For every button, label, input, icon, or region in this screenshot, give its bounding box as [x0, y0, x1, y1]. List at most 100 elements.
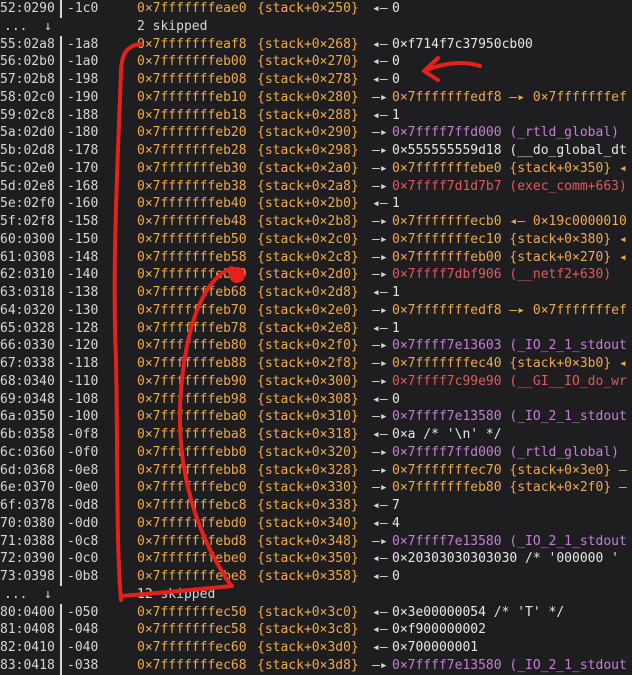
stack-address: 0×7fffffffeb90: [137, 373, 247, 389]
stack-address: 0×7fffffffeb30: [137, 160, 247, 176]
slot-index: 5a:02d0: [0, 125, 55, 141]
stack-row: 6e:0370 -0e0 0×7fffffffebc0 {stack+0×330} —▸…: [0, 479, 632, 497]
pointer-arrow-icon: —▸: [372, 409, 388, 425]
stack-value: 0: [392, 54, 400, 70]
column-separator: [60, 426, 62, 444]
stack-value: 1: [392, 285, 400, 300]
frame-offset: -0d0: [67, 515, 99, 531]
column-separator: [60, 443, 62, 462]
pointer-arrow-icon: —▸: [372, 160, 388, 176]
stack-address: 0×7fffffffeb88: [137, 356, 247, 371]
column-separator: [60, 603, 62, 622]
frame-offset: -0c0: [67, 551, 99, 567]
stack-row: 62:0310 -140 0×7fffffffeb60 {stack+0×2d0} —▸…: [0, 266, 632, 284]
stack-symbol: {stack+0×2b8}: [257, 214, 359, 229]
frame-offset: -0d8: [67, 498, 99, 513]
stack-address: 0×7fffffffeae0: [137, 1, 247, 16]
stack-row: 57:02b8 -198 0×7fffffffeb08 {stack+0×278} ◂—…: [0, 71, 632, 89]
column-separator: [60, 177, 62, 196]
stack-address: 0×7fffffffeb70: [137, 302, 247, 318]
stack-symbol: {stack+0×278}: [257, 72, 359, 87]
frame-offset: -0f8: [67, 427, 99, 442]
stack-address: 0×7fffffffeb58: [137, 249, 247, 265]
stack-value: 0: [392, 569, 400, 584]
column-separator: [60, 88, 62, 107]
stack-value: 0×7ffff7e13580 (_IO_2_1_stdout: [392, 533, 627, 549]
stack-row: 6d:0368 -0e8 0×7fffffffebb8 {stack+0×328} —▸…: [0, 461, 632, 480]
stack-value: 0×7ffff7ffd000 (_rtld_global): [392, 125, 619, 141]
pointer-arrow-icon: ◂—: [372, 196, 388, 212]
slot-index: 5b:02d8: [0, 143, 55, 158]
stack-value: 0×7fffffffec70 {stack+0×3e0} —: [392, 462, 627, 478]
pointer-arrow-icon: ◂—: [372, 320, 388, 336]
pointer-arrow-icon: —▸: [372, 302, 388, 318]
stack-address: 0×7fffffffebc0: [137, 480, 247, 496]
stack-row: 6b:0358 -0f8 0×7fffffffeba8 {stack+0×318} ◂—…: [0, 426, 632, 444]
stack-row: 6f:0378 -0d8 0×7fffffffebc8 {stack+0×338} ◂—…: [0, 497, 632, 515]
slot-index: 82:0410: [0, 640, 55, 655]
stack-value: 0×7ffff7d1d7b7 (exec_comm+663): [392, 178, 627, 194]
pointer-arrow-icon: —▸: [372, 444, 388, 460]
stack-address: 0×7fffffffeba0: [137, 409, 247, 425]
slot-index: 72:0390: [0, 551, 55, 567]
frame-offset: -118: [67, 356, 99, 371]
pointer-arrow-icon: ◂—: [372, 107, 388, 123]
frame-offset: -160: [67, 196, 99, 212]
frame-offset: -038: [67, 657, 99, 673]
stack-value: 4: [392, 515, 400, 531]
stack-row: 65:0328 -128 0×7fffffffeb78 {stack+0×2e8} ◂—…: [0, 319, 632, 338]
stack-row: 61:0308 -148 0×7fffffffeb58 {stack+0×2c8} —▸…: [0, 248, 632, 267]
slot-index: 56:02b0: [0, 54, 55, 70]
stack-value: 1: [392, 107, 400, 123]
slot-index: 69:0348: [0, 391, 55, 407]
stack-address: 0×7fffffffeaf8: [137, 36, 247, 52]
frame-offset: -110: [67, 373, 99, 389]
column-separator: [60, 568, 62, 586]
frame-offset: -0e8: [67, 462, 99, 478]
column-separator: [60, 514, 62, 533]
stack-row: 67:0338 -118 0×7fffffffeb88 {stack+0×2f8} —▸…: [0, 355, 632, 373]
column-separator: [60, 301, 62, 320]
frame-offset: -170: [67, 160, 99, 176]
stack-symbol: {stack+0×2c8}: [257, 249, 359, 265]
skipped-row: ... ↓ 2 skipped: [0, 18, 632, 36]
stack-dump: 52:0290 -1c0 0×7fffffffeae0 {stack+0×250} ◂—…: [0, 0, 632, 675]
column-separator: [60, 124, 62, 142]
pointer-arrow-icon: ◂—: [372, 391, 388, 407]
pointer-arrow-icon: —▸: [372, 356, 388, 371]
pointer-arrow-icon: ◂—: [372, 427, 388, 442]
pointer-arrow-icon: ◂—: [372, 640, 388, 655]
slot-index: 73:0398: [0, 569, 55, 584]
frame-offset: -1c0: [67, 1, 99, 16]
stack-symbol: {stack+0×318}: [257, 427, 359, 442]
column-separator: [60, 159, 62, 178]
stack-address: 0×7fffffffeb38: [137, 178, 247, 194]
column-separator: [60, 390, 62, 409]
slot-index: 70:0380: [0, 515, 55, 531]
pointer-arrow-icon: ◂—: [372, 36, 388, 52]
slot-index: 59:02c8: [0, 107, 55, 123]
slot-index: 68:0340: [0, 373, 55, 389]
slot-index: 55:02a8: [0, 36, 55, 52]
column-separator: [60, 248, 62, 267]
stack-symbol: {stack+0×3d0}: [257, 640, 359, 655]
frame-offset: -050: [67, 604, 99, 620]
stack-address: 0×7fffffffeb50: [137, 231, 247, 247]
slot-index: 64:0320: [0, 302, 55, 318]
stack-address: 0×7fffffffec60: [137, 640, 247, 655]
stack-address: 0×7fffffffec50: [137, 604, 247, 620]
stack-row: 5b:02d8 -178 0×7fffffffeb28 {stack+0×298} —▸…: [0, 142, 632, 160]
stack-address: 0×7fffffffeb18: [137, 107, 247, 123]
slot-index: 6b:0358: [0, 427, 55, 442]
column-separator: [60, 621, 62, 639]
frame-offset: -178: [67, 143, 99, 158]
column-separator: [60, 532, 62, 551]
stack-symbol: {stack+0×2a0}: [257, 160, 359, 176]
column-separator: [60, 497, 62, 515]
pointer-arrow-icon: —▸: [372, 178, 388, 194]
stack-value: 0×7fffffffeb80 {stack+0×2f0} —: [392, 480, 627, 496]
stack-address: 0×7fffffffebe8: [137, 569, 247, 584]
pointer-arrow-icon: —▸: [372, 533, 388, 549]
stack-row: 5c:02e0 -170 0×7fffffffeb30 {stack+0×2a0} —▸…: [0, 159, 632, 178]
slot-index: 60:0300: [0, 231, 55, 247]
